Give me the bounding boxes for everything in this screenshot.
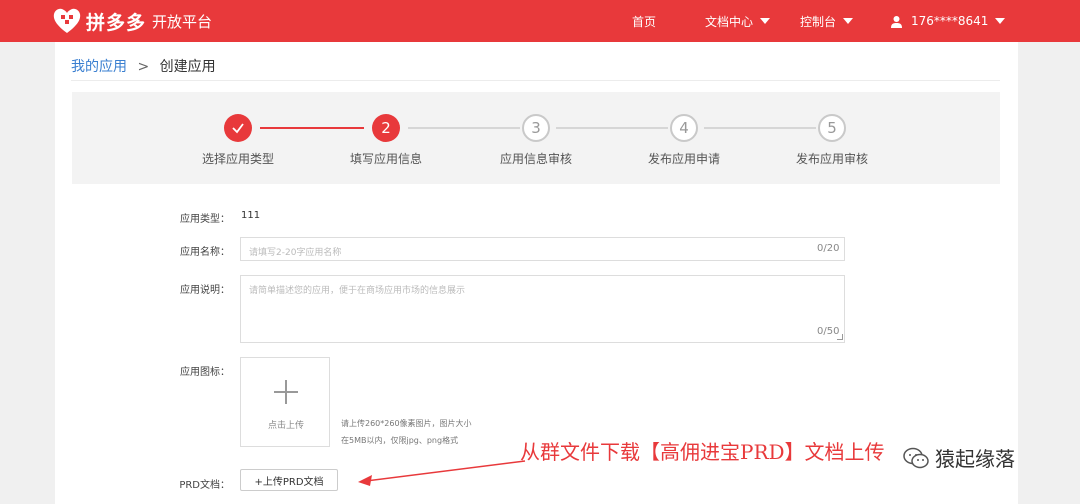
nav-console-label: 控制台: [800, 14, 837, 29]
icon-upload-box[interactable]: 点击上传: [240, 357, 330, 447]
step-connector-2: [408, 127, 520, 129]
nav-docs-label: 文档中心: [705, 14, 754, 29]
app-desc-placeholder: 请简单描述您的应用，便于在商场应用市场的信息展示: [249, 286, 466, 296]
step-5-circle: 5: [818, 114, 846, 142]
brand-name: 拼多多: [86, 11, 147, 34]
user-name: 176****8641: [911, 14, 989, 28]
step-connector-4: [704, 127, 816, 129]
plus-icon: [274, 380, 298, 404]
step-connector-1: [260, 127, 364, 129]
step-5-number: 5: [827, 119, 837, 137]
nav-home[interactable]: 首页: [632, 0, 656, 42]
watermark: 猿起缘落: [903, 443, 1015, 472]
step-2-label: 填写应用信息: [349, 152, 422, 166]
nav-docs[interactable]: 文档中心: [705, 0, 771, 42]
step-4-number: 4: [679, 119, 689, 137]
app-icon-label: 应用图标：: [180, 367, 230, 378]
step-2-circle: 2: [372, 114, 400, 142]
app-name-placeholder: 请填写2-20字应用名称: [249, 248, 342, 258]
brand-logo[interactable]: 拼多多 开放平台: [52, 7, 212, 35]
top-nav-bar: 拼多多 开放平台 首页 文档中心 控制台 176****8641: [0, 0, 1080, 42]
step-4-label: 发布应用申请: [647, 152, 720, 166]
upload-hint-line1: 请上传260*260像素图片，图片大小: [341, 419, 472, 428]
divider: [71, 80, 1000, 81]
app-type-label: 应用类型：: [180, 214, 230, 225]
app-desc-textarea[interactable]: 请简单描述您的应用，便于在商场应用市场的信息展示: [240, 275, 845, 343]
annotation-text: 从群文件下载【高佣进宝PRD】文档上传: [520, 440, 885, 464]
annotation-arrow-icon: [358, 460, 526, 486]
watermark-text: 猿起缘落: [935, 447, 1015, 471]
app-desc-label: 应用说明：: [180, 285, 230, 296]
step-1-check-icon: [224, 114, 252, 142]
step-3-label: 应用信息审核: [499, 152, 572, 166]
prd-doc-label: PRD文档：: [179, 480, 230, 491]
breadcrumb-separator: >: [137, 59, 150, 75]
nav-console[interactable]: 控制台: [800, 0, 854, 42]
step-connector-3: [556, 127, 668, 129]
app-type-value: 111: [241, 210, 261, 221]
breadcrumb: 我的应用 > 创建应用: [71, 56, 216, 76]
step-3-circle: 3: [522, 114, 550, 142]
step-2-number: 2: [381, 119, 391, 137]
step-progress: 2 3 4 5 选择应用类型 填写应用信息 应用信息审核 发布应用申请 发布应用…: [72, 92, 1000, 184]
wechat-icon: [903, 447, 929, 468]
upload-hint-line2: 在5MB以内，仅限jpg、png格式: [341, 436, 459, 445]
upload-prd-button[interactable]: +上传PRD文档: [240, 469, 338, 491]
step-3-number: 3: [531, 119, 541, 137]
chevron-down-icon: [760, 18, 771, 24]
main-card: 我的应用 > 创建应用 2 3 4 5 选择应用类型 填写应用信息 应用信息审核…: [55, 42, 1018, 504]
step-1-label: 选择应用类型: [201, 152, 274, 166]
breadcrumb-my-apps[interactable]: 我的应用: [71, 59, 127, 75]
upload-text: 点击上传: [267, 421, 304, 431]
brand-subtitle: 开放平台: [152, 12, 213, 31]
pinduoduo-logo-icon: [53, 8, 81, 33]
app-name-input[interactable]: 请填写2-20字应用名称: [240, 237, 845, 261]
step-4-circle: 4: [670, 114, 698, 142]
step-5-label: 发布应用审核: [795, 152, 868, 166]
breadcrumb-current: 创建应用: [159, 59, 216, 75]
chevron-down-icon: [995, 18, 1006, 24]
resize-handle-icon[interactable]: [837, 334, 843, 340]
chevron-down-icon: [843, 18, 854, 24]
app-name-label: 应用名称：: [180, 247, 230, 258]
user-icon: [891, 15, 902, 28]
app-name-counter: 0/20: [817, 243, 840, 254]
nav-home-label: 首页: [632, 14, 657, 29]
user-menu[interactable]: 176****8641: [890, 0, 1006, 42]
